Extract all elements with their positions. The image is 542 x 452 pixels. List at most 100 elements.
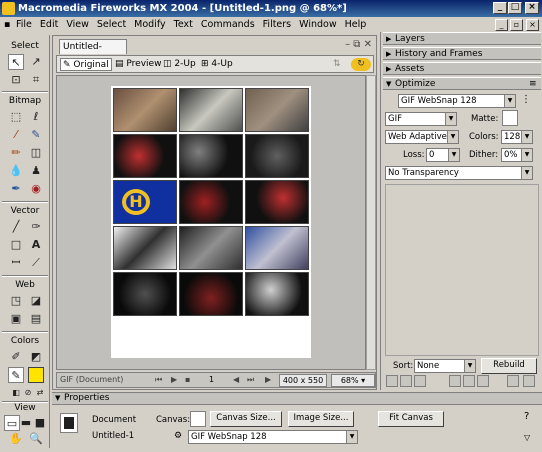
image-size-button[interactable]: Image Size...	[288, 411, 354, 427]
pointer-tool-icon[interactable]: ↖	[8, 54, 24, 70]
color-table-area[interactable]	[385, 184, 539, 356]
eraser-tool-icon[interactable]: ◫	[28, 145, 44, 161]
text-tool-icon[interactable]: A	[28, 237, 44, 253]
export-format-select[interactable]: GIF ▼	[385, 112, 457, 126]
menu-help[interactable]: Help	[341, 17, 371, 30]
doc-window-close-icon[interactable]: ✕	[364, 39, 372, 50]
hand-tool-icon[interactable]: ✋	[8, 431, 24, 447]
line-tool-icon[interactable]: ╱	[8, 219, 24, 235]
doc-minimize-button[interactable]: _	[495, 19, 508, 31]
panel-options-icon[interactable]: ≡	[529, 79, 537, 89]
tab-2-up[interactable]: ◫ 2-Up	[161, 58, 198, 71]
lasso-tool-icon[interactable]: ℓ	[28, 109, 44, 125]
close-button[interactable]: ×	[525, 2, 539, 14]
remove-color-icon[interactable]	[523, 375, 535, 387]
blur-tool-icon[interactable]: 💧	[8, 163, 24, 179]
properties-panel-header[interactable]: ▼ Properties	[52, 393, 542, 405]
rubber-stamp-tool-icon[interactable]: ♟	[28, 163, 44, 179]
zoom-level-select[interactable]: 68% ▾	[331, 374, 375, 387]
replace-color-tool-icon[interactable]: ✒	[8, 181, 24, 197]
slice-tool-icon[interactable]: ◪	[28, 293, 44, 309]
dither-input[interactable]: 0% ▼	[501, 148, 533, 162]
canvas-size-button[interactable]: Canvas Size...	[210, 411, 282, 427]
quick-export-icon[interactable]: ⇅	[331, 58, 343, 71]
scale-tool-icon[interactable]: ⊡	[8, 72, 24, 88]
optimize-options-icon[interactable]: ⋮	[521, 94, 531, 105]
stroke-color-icon[interactable]: ✎	[8, 367, 24, 383]
menu-filters[interactable]: Filters	[259, 17, 295, 30]
frame-stop-icon[interactable]: ▪	[185, 373, 190, 387]
optimize-preset-select[interactable]: GIF WebSnap 128 ▼	[398, 94, 516, 108]
full-screen-mode-icon[interactable]: ■	[32, 415, 48, 431]
loss-input[interactable]: 0 ▼	[426, 148, 460, 162]
layers-panel-header[interactable]: ▶ Layers	[383, 32, 541, 45]
menu-select[interactable]: Select	[93, 17, 130, 30]
tab-preview[interactable]: ▤ Preview	[113, 58, 163, 71]
hide-slices-icon[interactable]: ▣	[8, 311, 24, 327]
subselection-tool-icon[interactable]: ↗	[28, 54, 44, 70]
tab-original[interactable]: ✎ Original	[60, 58, 112, 71]
assets-panel-header[interactable]: ▶ Assets	[383, 62, 541, 75]
optimize-panel-header[interactable]: ▼ Optimize	[383, 77, 541, 90]
palette-select[interactable]: Web Adaptive ▼	[385, 130, 459, 144]
doc-restore-button[interactable]: ▫	[510, 19, 523, 31]
import-palette-icon[interactable]	[507, 375, 519, 387]
eyedropper-tool-icon[interactable]: ✐	[8, 349, 24, 365]
sort-select[interactable]: None ▼	[414, 359, 476, 373]
transparent-color-icon[interactable]	[400, 375, 412, 387]
canvas-color-swatch[interactable]	[190, 411, 206, 427]
rebuild-button[interactable]: Rebuild	[481, 358, 537, 374]
magic-wand-tool-icon[interactable]: ⁄	[8, 127, 24, 143]
swap-colors-icon[interactable]: ⇄	[32, 385, 48, 401]
menu-commands[interactable]: Commands	[197, 17, 259, 30]
zoom-tool-icon[interactable]: 🔍	[28, 431, 44, 447]
freeform-tool-icon[interactable]: ꟷ	[8, 255, 24, 271]
menu-edit[interactable]: Edit	[36, 17, 62, 30]
export-preset-select[interactable]: GIF WebSnap 128 ▼	[188, 430, 358, 444]
frame-play-icon[interactable]: ▶	[171, 373, 177, 387]
marquee-tool-icon[interactable]: ⬚	[8, 109, 24, 125]
edit-color-icon[interactable]	[386, 375, 398, 387]
frame-last-icon[interactable]: ⏭	[247, 373, 254, 387]
knife-tool-icon[interactable]: ⟋	[28, 255, 44, 271]
history-frames-panel-header[interactable]: ▶ History and Frames	[383, 47, 541, 60]
red-eye-tool-icon[interactable]: ◉	[28, 181, 44, 197]
help-icon[interactable]: ?	[524, 411, 529, 422]
menu-view[interactable]: View	[62, 17, 93, 30]
doc-window-restore-icon[interactable]: ⧉	[353, 39, 360, 50]
fill-color-swatch[interactable]	[28, 367, 44, 383]
tab-4-up[interactable]: ⊞ 4-Up	[199, 58, 235, 71]
pen-tool-icon[interactable]: ✑	[28, 219, 44, 235]
add-color-icon[interactable]	[463, 375, 475, 387]
brush-tool-icon[interactable]: ✎	[28, 127, 44, 143]
canvas-vertical-scrollbar[interactable]	[366, 75, 376, 370]
rectangle-tool-icon[interactable]: □	[8, 237, 24, 253]
colors-select[interactable]: 128 ▼	[501, 130, 533, 144]
menu-text[interactable]: Text	[170, 17, 197, 30]
fireworks-export-icon[interactable]: ↻	[351, 58, 371, 71]
minimize-button[interactable]: _	[493, 2, 507, 14]
document-tab[interactable]: Untitled-1.png*	[59, 39, 127, 66]
frame-next-icon[interactable]: ▶	[265, 373, 271, 387]
menu-modify[interactable]: Modify	[130, 17, 169, 30]
frame-first-icon[interactable]: ⏮	[155, 373, 162, 387]
doc-close-button[interactable]: ×	[526, 19, 539, 31]
maximize-button[interactable]: □	[508, 2, 522, 14]
paint-bucket-tool-icon[interactable]: ◩	[28, 349, 44, 365]
crop-tool-icon[interactable]: ⌗	[28, 72, 44, 88]
hotspot-tool-icon[interactable]: ◳	[8, 293, 24, 309]
expand-properties-icon[interactable]: ▽	[524, 433, 530, 442]
doc-window-minimize-icon[interactable]: –	[345, 39, 350, 50]
menu-window[interactable]: Window	[295, 17, 340, 30]
fit-canvas-button[interactable]: Fit Canvas	[378, 411, 444, 427]
transparency-select[interactable]: No Transparency ▼	[385, 166, 533, 180]
matte-color-swatch[interactable]	[502, 110, 518, 126]
frame-prev-icon[interactable]: ◀	[233, 373, 239, 387]
websnap-color-icon[interactable]	[414, 375, 426, 387]
lock-color-icon[interactable]	[449, 375, 461, 387]
canvas-area[interactable]: H	[56, 75, 366, 370]
menu-file[interactable]: File	[12, 17, 36, 30]
pencil-tool-icon[interactable]: ✏	[8, 145, 24, 161]
show-slices-icon[interactable]: ▤	[28, 311, 44, 327]
delete-color-icon[interactable]	[477, 375, 489, 387]
